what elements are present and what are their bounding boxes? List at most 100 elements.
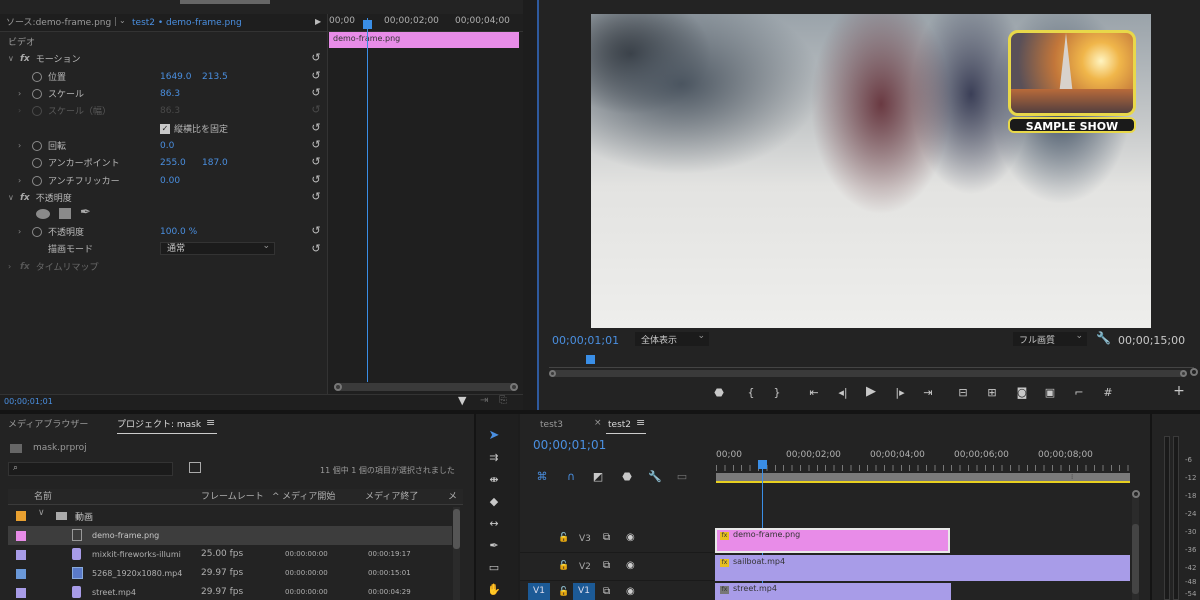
program-video-frame[interactable]: SAMPLE SHOW: [591, 14, 1151, 328]
go-to-out-icon[interactable]: ⇥: [921, 386, 935, 400]
eye-icon[interactable]: ◉: [626, 532, 635, 543]
sync-lock-icon[interactable]: ⧉: [603, 586, 610, 597]
linked-selection-icon[interactable]: ◩: [591, 470, 605, 484]
time-remap-row[interactable]: › fx タイムリマップ: [8, 258, 99, 275]
step-back-icon[interactable]: ◂|: [837, 386, 849, 400]
uniform-scale-checkbox[interactable]: ✓: [160, 123, 170, 134]
list-item[interactable]: mixkit-fireworks-illumi 25.00 fps 00:00:…: [8, 545, 452, 564]
expand-triangle-icon[interactable]: ›: [18, 89, 28, 98]
snap-icon[interactable]: ∩: [564, 470, 578, 484]
column-more[interactable]: メ: [448, 489, 457, 505]
lock-icon[interactable]: 🔓: [558, 587, 569, 597]
pen-mask-icon[interactable]: ✒: [80, 205, 91, 220]
extract-icon[interactable]: ⊞: [985, 386, 999, 400]
source-patch-v1[interactable]: V1: [528, 583, 550, 600]
opacity-section-row[interactable]: ∨ fx 不透明度: [8, 189, 72, 206]
lift-icon[interactable]: ⊟: [956, 386, 970, 400]
stopwatch-icon[interactable]: [32, 88, 42, 99]
eye-icon[interactable]: ◉: [626, 586, 635, 597]
overlay-badge[interactable]: SAMPLE SHOW: [1008, 30, 1136, 134]
folder-row[interactable]: ∨ 動画: [8, 507, 458, 525]
collapse-triangle-icon[interactable]: ∨: [38, 508, 45, 518]
effect-clip-bar[interactable]: demo-frame.png: [329, 32, 519, 48]
go-to-in-icon[interactable]: ⇤: [807, 386, 821, 400]
export-icon[interactable]: ⎘: [499, 395, 507, 406]
mark-out-icon[interactable]: }: [771, 386, 783, 400]
reset-anchor-icon[interactable]: ↺: [310, 156, 322, 168]
add-marker-icon[interactable]: ⬣: [713, 386, 725, 400]
column-name[interactable]: 名前: [34, 489, 52, 505]
rectangle-mask-icon[interactable]: [59, 208, 71, 219]
ellipse-mask-icon[interactable]: [36, 209, 50, 219]
scroll-handle-left[interactable]: [334, 383, 342, 391]
hand-tool-icon[interactable]: ✋: [486, 582, 502, 598]
panel-menu-icon[interactable]: ≡: [206, 416, 215, 429]
tab-media-browser[interactable]: メディアブラウザー: [8, 416, 88, 434]
step-forward-icon[interactable]: |▸: [894, 386, 906, 400]
wrench-icon[interactable]: 🔧: [648, 470, 662, 484]
expand-triangle-icon[interactable]: ›: [8, 262, 18, 271]
track-name[interactable]: V2: [579, 562, 591, 572]
pen-tool-icon[interactable]: ✒: [486, 538, 502, 554]
new-search-bin-icon[interactable]: [189, 462, 201, 473]
reset-opacity-icon[interactable]: ↺: [310, 225, 322, 237]
track-name[interactable]: V3: [579, 534, 591, 544]
antiflicker-value[interactable]: 0.00: [160, 176, 180, 186]
effect-playhead-handle[interactable]: [363, 20, 372, 29]
track-select-tool-icon[interactable]: ⇉: [486, 450, 502, 466]
chevron-down-icon[interactable]: ⌄: [119, 16, 126, 25]
tab-test2[interactable]: test2: [608, 416, 631, 434]
reset-scale-icon[interactable]: ↺: [310, 87, 322, 99]
scale-value[interactable]: 86.3: [160, 89, 180, 99]
zoom-select[interactable]: 全体表示 ⌄: [635, 331, 709, 346]
add-marker-icon[interactable]: ⬣: [620, 470, 634, 484]
play-only-audio-icon[interactable]: ⇥: [480, 395, 488, 406]
stopwatch-icon[interactable]: [32, 175, 42, 186]
close-tab-icon[interactable]: ×: [594, 418, 602, 428]
razor-tool-icon[interactable]: ◆: [486, 494, 502, 510]
stopwatch-icon[interactable]: [32, 157, 42, 168]
timeline-playhead-handle[interactable]: [758, 460, 767, 469]
program-zoom-bar[interactable]: [549, 370, 1187, 377]
play-icon[interactable]: ▶: [864, 385, 878, 399]
slip-tool-icon[interactable]: ↔: [486, 516, 502, 532]
column-frame-rate[interactable]: フレームレート: [201, 489, 264, 505]
scroll-handle-right[interactable]: [510, 383, 518, 391]
safe-margins-icon[interactable]: ⌐: [1072, 386, 1086, 400]
program-timecode[interactable]: 00;00;01;01: [552, 334, 619, 347]
clip-street[interactable]: fx street.mp4: [715, 583, 951, 600]
sync-lock-icon[interactable]: ⧉: [603, 532, 610, 543]
list-item[interactable]: street.mp4 29.97 fps 00:00:00:00 00:00:0…: [8, 583, 452, 600]
quality-select[interactable]: フル画質 ⌄: [1013, 331, 1087, 346]
effect-controls-timecode[interactable]: 00;00;01;01: [4, 397, 53, 406]
motion-row[interactable]: ∨ fx モーション: [8, 50, 81, 67]
timeline-scroll-thumb[interactable]: [1132, 524, 1139, 594]
stopwatch-icon[interactable]: [32, 226, 42, 237]
monitor-scroll-handle[interactable]: [1190, 368, 1198, 376]
rectangle-tool-icon[interactable]: ▭: [486, 560, 502, 576]
export-frame-icon[interactable]: ◙: [1015, 386, 1029, 400]
column-media-end[interactable]: メディア終了: [365, 489, 418, 505]
program-scrub-ruler[interactable]: [549, 356, 1194, 368]
panel-expand-icon[interactable]: ▶: [315, 17, 321, 26]
lock-icon[interactable]: 🔓: [558, 533, 569, 543]
effect-scrollbar[interactable]: [334, 383, 518, 391]
tab-source[interactable]: ソース:demo-frame.png: [6, 14, 111, 32]
reset-uniform-icon[interactable]: ↺: [310, 122, 322, 134]
opacity-value[interactable]: 100.0 %: [160, 227, 197, 237]
position-y-value[interactable]: 213.5: [202, 72, 228, 82]
lock-icon[interactable]: 🔓: [558, 561, 569, 571]
clip-sailboat[interactable]: fx sailboat.mp4: [715, 555, 1130, 581]
reset-motion-icon[interactable]: ↺: [310, 52, 322, 64]
expand-triangle-icon[interactable]: ›: [18, 141, 28, 150]
collapse-triangle-icon[interactable]: ∨: [8, 54, 18, 63]
effect-playhead[interactable]: [367, 18, 368, 382]
timeline-zoom-handle[interactable]: [1132, 490, 1140, 498]
add-button-icon[interactable]: +: [1172, 384, 1186, 398]
track-name[interactable]: V1: [573, 583, 595, 600]
list-item[interactable]: demo-frame.png: [8, 526, 452, 545]
tab-project[interactable]: プロジェクト: mask: [117, 416, 201, 434]
clip-demo-frame[interactable]: fx demo-frame.png: [715, 528, 950, 553]
collapse-triangle-icon[interactable]: ∨: [8, 193, 18, 202]
tab-test3[interactable]: test3: [540, 416, 563, 434]
